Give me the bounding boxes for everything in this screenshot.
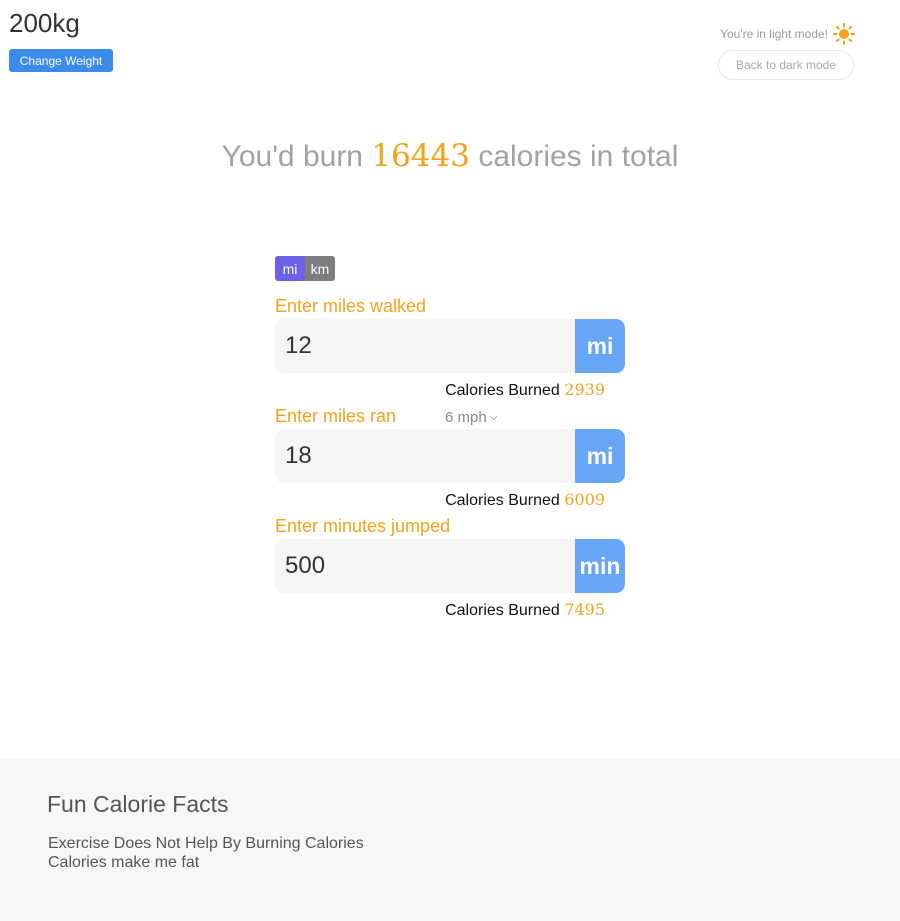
mode-status-text: You're in light mode!: [720, 27, 828, 41]
unit-toggle: mi km: [275, 256, 335, 281]
total-calories-headline: You'd burn 16443 calories in total: [0, 138, 900, 174]
jumped-calories-burned: Calories Burned 7495: [445, 600, 605, 620]
speed-select[interactable]: 6 mph ⌵: [445, 409, 497, 426]
weight-value: 200kg: [9, 8, 80, 38]
fun-fact-item: Calories make me fat: [48, 854, 200, 871]
page: 200kg Change Weight You're in light mode…: [0, 0, 900, 921]
jumped-burned-value: 7495: [564, 600, 605, 619]
ran-input-group: mi: [275, 429, 625, 483]
fun-facts-footer: Fun Calorie Facts Exercise Does Not Help…: [0, 758, 900, 921]
fun-facts-title: Fun Calorie Facts: [47, 791, 229, 817]
walked-burned-label: Calories Burned: [445, 382, 560, 399]
walked-unit-suffix: mi: [575, 319, 625, 373]
fun-fact-item: Exercise Does Not Help By Burning Calori…: [48, 835, 364, 852]
miles-walked-input[interactable]: [275, 319, 575, 373]
jumped-input-group: min: [275, 539, 625, 593]
walked-burned-value: 2939: [564, 380, 605, 399]
change-weight-button[interactable]: Change Weight: [9, 49, 113, 72]
headline-prefix: You'd burn: [221, 140, 363, 173]
jumped-unit-suffix: min: [575, 539, 625, 593]
speed-select-value: 6 mph: [445, 409, 487, 426]
miles-ran-input[interactable]: [275, 429, 575, 483]
ran-label: Enter miles ran: [275, 406, 397, 426]
walked-input-group: mi: [275, 319, 625, 373]
total-calories-value: 16443: [371, 138, 470, 174]
chevron-down-icon: ⌵: [489, 412, 498, 423]
jumped-label: Enter minutes jumped: [275, 516, 451, 536]
ran-unit-suffix: mi: [575, 429, 625, 483]
sun-icon: [833, 23, 855, 45]
jumped-burned-label: Calories Burned: [445, 602, 560, 619]
headline-suffix: calories in total: [478, 140, 679, 173]
unit-option-km[interactable]: km: [305, 256, 335, 281]
ran-burned-value: 6009: [564, 490, 605, 509]
minutes-jumped-input[interactable]: [275, 539, 575, 593]
walked-label: Enter miles walked: [275, 296, 427, 316]
ran-calories-burned: Calories Burned 6009: [445, 490, 605, 510]
ran-burned-label: Calories Burned: [445, 492, 560, 509]
unit-option-mi[interactable]: mi: [275, 256, 305, 281]
walked-calories-burned: Calories Burned 2939: [445, 380, 605, 400]
dark-mode-button[interactable]: Back to dark mode: [718, 50, 854, 80]
